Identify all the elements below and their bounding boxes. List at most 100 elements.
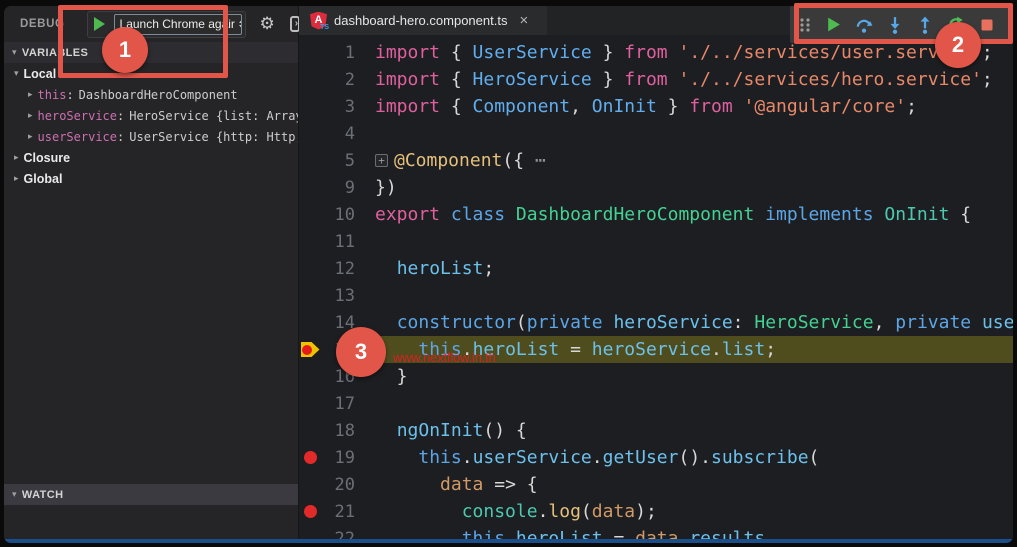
angular-icon: A TS: [310, 11, 329, 31]
code-line: 11: [299, 228, 1013, 255]
code-line-content[interactable]: [355, 282, 1013, 309]
code-line-content[interactable]: [355, 390, 1013, 417]
code-line-content[interactable]: }: [355, 363, 1013, 390]
code-line: 18 ngOnInit() {: [299, 417, 1013, 444]
status-bar-sliver: [4, 539, 1013, 543]
fold-expand-icon[interactable]: +: [375, 154, 388, 167]
line-number: 9: [344, 177, 355, 198]
chevron-down-icon: ▾: [14, 68, 19, 79]
code-line: 17: [299, 390, 1013, 417]
code-line: 19 this. userService. getUser (). subscribe(: [299, 444, 1013, 471]
watermark-text: www.nextflow.in.th: [393, 350, 496, 365]
code-line: 10 export class DashboardHeroComponent im…: [299, 201, 1013, 228]
code-line-content[interactable]: import { UserService } from './../servic…: [355, 39, 1013, 66]
code-line: 16 }: [299, 363, 1013, 390]
code-line-content[interactable]: [355, 120, 1013, 147]
drag-handle-icon[interactable]: [798, 16, 812, 34]
variable-value: DashboardHeroComponent: [78, 87, 238, 102]
line-number: 4: [344, 123, 355, 144]
line-number: 10: [334, 204, 355, 225]
step-out-button[interactable]: [910, 6, 941, 43]
gear-icon[interactable]: ⚙: [260, 14, 275, 34]
code-line-content[interactable]: export class DashboardHeroComponent impl…: [355, 201, 1013, 228]
step-into-icon: [890, 16, 900, 34]
breakpoint-icon[interactable]: [303, 505, 317, 518]
variable-row[interactable]: ▸heroService:HeroService {list: Array(…: [4, 105, 298, 126]
breakpoint-gutter[interactable]: [299, 451, 321, 464]
code-line-content[interactable]: this. userService. getUser (). subscribe(: [355, 444, 1013, 471]
variables-list: ▸ this: DashboardHeroComponent ▸ heroService…: [4, 84, 298, 147]
debug-sidebar-header: DEBUG Launch Chrome agair ⚙ ›: [4, 6, 301, 42]
debug-sidebar: DEBUG Launch Chrome agair ⚙ › ▾ VARIABLE…: [4, 6, 301, 539]
code-line: 13: [299, 282, 1013, 309]
play-icon: [94, 17, 106, 31]
watch-section-header[interactable]: ▾ WATCH: [4, 484, 298, 505]
code-line: 9}): [299, 174, 1013, 201]
debug-config-dropdown[interactable]: Launch Chrome agair: [113, 13, 242, 35]
line-number: 12: [334, 258, 355, 279]
variable-name: userService: [37, 129, 118, 144]
code-line: 12 heroList;: [299, 255, 1013, 282]
line-number: 18: [334, 420, 355, 441]
code-line-content[interactable]: this. heroList = data. results: [355, 525, 1013, 539]
chevron-right-icon: ▸: [28, 89, 33, 100]
variables-section-header[interactable]: ▾ VARIABLES: [4, 42, 298, 63]
line-number: 21: [334, 501, 355, 522]
code-line-content[interactable]: import { HeroService } from './../servic…: [355, 66, 1013, 93]
code-line-content[interactable]: ngOnInit() {: [355, 417, 1013, 444]
breakpoint-icon[interactable]: [303, 451, 317, 464]
chevron-down-icon: ▾: [12, 489, 17, 500]
code-line-content[interactable]: console. log(data);: [355, 498, 1013, 525]
chevron-right-icon: ▸: [14, 152, 19, 163]
code-line: 14 constructor(private heroService: Hero…: [299, 309, 1013, 336]
variable-name: this: [37, 87, 67, 102]
stop-icon: [981, 19, 993, 30]
code-line-content[interactable]: constructor(private heroService: HeroSer…: [355, 309, 1013, 336]
step-into-button[interactable]: [879, 6, 910, 43]
editor-area: A TS dashboard-hero.component.ts × 1 impo…: [299, 6, 1013, 539]
code-line: 3 import { Component, OnInit } from '@ang…: [299, 93, 1013, 120]
code-line-content[interactable]: data => {: [355, 471, 1013, 498]
restart-button[interactable]: [941, 6, 972, 43]
line-number: 3: [344, 96, 355, 117]
debug-title: DEBUG: [20, 18, 65, 30]
code-editor[interactable]: 1 import { UserService } from './../servi…: [299, 35, 1013, 539]
code-line: 21 console. log(data);: [299, 498, 1013, 525]
code-line: 1 import { UserService } from './../servi…: [299, 39, 1013, 66]
code-line: 4: [299, 120, 1013, 147]
restart-icon: [949, 16, 963, 32]
line-number: 16: [334, 366, 355, 387]
close-icon[interactable]: ×: [519, 12, 528, 29]
variable-row[interactable]: ▸userService:UserService {http: Http, …: [4, 126, 298, 147]
continue-button[interactable]: [818, 6, 849, 43]
code-line-content[interactable]: }): [355, 174, 1013, 201]
line-number: 22: [334, 528, 355, 540]
stop-button[interactable]: [971, 6, 1002, 43]
breakpoint-gutter[interactable]: [299, 342, 321, 357]
code-line-content[interactable]: [355, 228, 1013, 255]
start-debug-button[interactable]: [91, 16, 109, 32]
variable-value: UserService {http: Http, …: [129, 129, 298, 144]
launch-group: Launch Chrome agair: [86, 10, 246, 38]
variable-row[interactable]: ▸ this: DashboardHeroComponent: [4, 84, 298, 105]
scope-closure[interactable]: ▸ Closure: [4, 147, 298, 168]
code-line-content[interactable]: import { Component, OnInit } from '@angu…: [355, 93, 1013, 120]
breakpoint-gutter[interactable]: [299, 505, 321, 518]
step-out-icon: [920, 16, 930, 34]
step-over-icon: [856, 19, 873, 33]
code-line-content[interactable]: + @Component({ ⋯: [355, 147, 1013, 174]
line-number: 20: [334, 474, 355, 495]
scope-local[interactable]: ▾ Local: [4, 63, 298, 84]
line-number: 17: [334, 393, 355, 414]
code-line: 20 data => {: [299, 471, 1013, 498]
code-line-content[interactable]: heroList;: [355, 255, 1013, 282]
updown-arrows-icon: [238, 18, 241, 30]
tab-dashboard-hero-component[interactable]: A TS dashboard-hero.component.ts ×: [299, 6, 547, 35]
step-over-button[interactable]: [849, 6, 880, 43]
variable-name: heroService: [37, 108, 118, 123]
scope-global[interactable]: ▸ Global: [4, 168, 298, 189]
line-number: 1: [344, 42, 355, 63]
vscode-window: DEBUG Launch Chrome agair ⚙ › ▾ VARIABLE…: [4, 6, 1013, 543]
line-number: 15: [334, 339, 355, 360]
line-number: 14: [334, 312, 355, 333]
